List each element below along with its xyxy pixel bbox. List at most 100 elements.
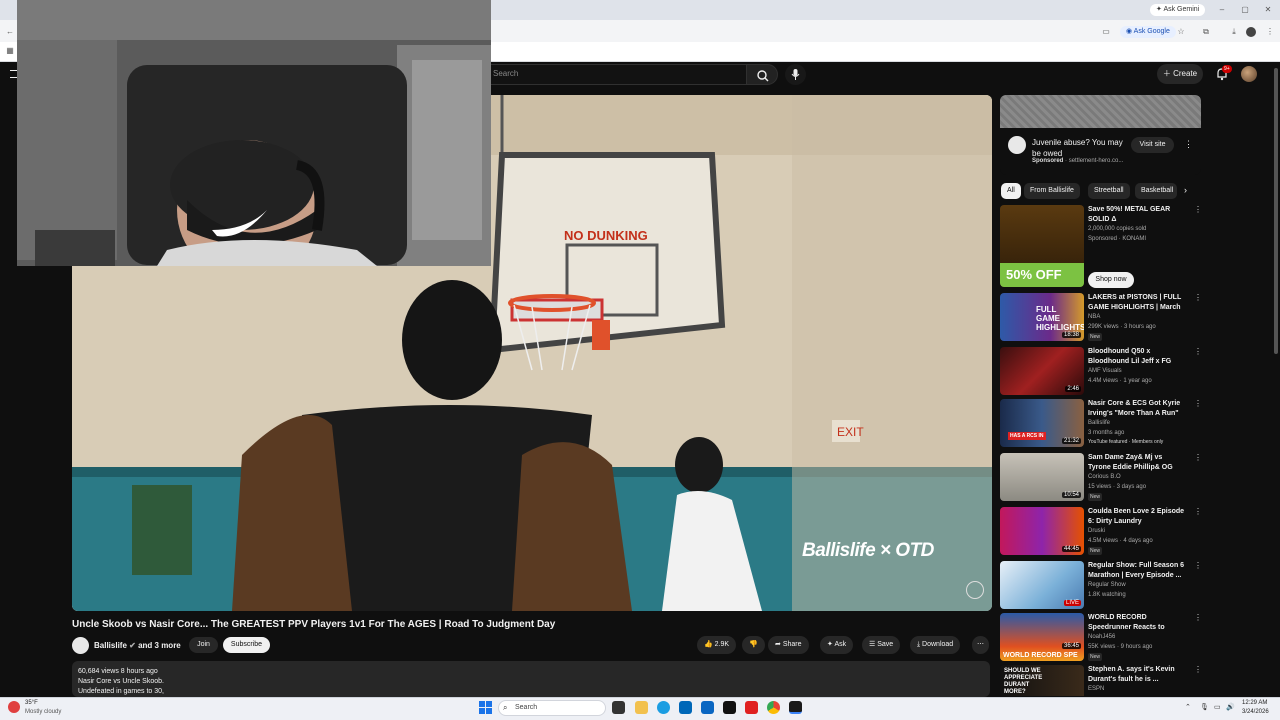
video-thumbnail[interactable]: HAS A RCS IN 21:32 [1000, 399, 1084, 447]
more-actions-button[interactable]: ⋯ [972, 636, 989, 654]
description-box[interactable]: 60,684 views 8 hours ago Nasir Core vs U… [72, 661, 990, 697]
channel-name[interactable]: Corious B.O [1088, 474, 1121, 480]
outlook-icon[interactable] [701, 701, 714, 714]
maximize-icon[interactable]: ▢ [1241, 6, 1249, 14]
bookmark-star-icon[interactable]: ☆ [1177, 28, 1185, 36]
ad-title[interactable]: Juvenile abuse? You may be owed [1032, 137, 1127, 159]
netflix-icon[interactable] [723, 701, 736, 714]
tray-chevron-up-icon[interactable]: ⌃ [1185, 703, 1191, 711]
chrome-icon[interactable] [767, 701, 780, 714]
capture-app-icon[interactable] [789, 701, 802, 714]
video-title[interactable]: Nasir Core & ECS Got Kyrie Irving's "Mor… [1088, 399, 1186, 419]
ad-menu-icon[interactable]: ⋮ [1184, 139, 1193, 150]
search-input[interactable]: Search [493, 69, 518, 78]
video-thumbnail[interactable]: 44:45 [1000, 507, 1084, 555]
menu-kebab-icon[interactable]: ⋮ [1266, 28, 1274, 36]
profile-avatar[interactable] [1246, 27, 1256, 37]
channel-name[interactable]: NBA [1088, 314, 1100, 320]
more-options-icon[interactable]: ⋮ [1194, 453, 1202, 462]
channel-name[interactable]: AMF Visuals [1088, 368, 1122, 374]
ask-google-button[interactable]: ◉ Ask Google [1120, 26, 1176, 38]
recommendation-item[interactable]: 44:45 Coulda Been Love 2 Episode 6: Dirt… [1000, 507, 1202, 559]
recommendation-item[interactable]: 2:46 Bloodhound Q50 x Bloodhound Lil Jef… [1000, 347, 1202, 399]
close-icon[interactable]: ✕ [1264, 6, 1272, 14]
windows-start-icon[interactable] [479, 701, 492, 719]
voice-search-button[interactable] [785, 64, 806, 85]
video-title[interactable]: Sam Dame Zay& Mj vs Tyrone Eddie Phillip… [1088, 453, 1186, 473]
chip-from-ballislife[interactable]: From Ballislife [1024, 183, 1080, 199]
share-button[interactable]: ➦ Share [768, 636, 809, 654]
channel-name[interactable]: Ballislife [1088, 420, 1110, 426]
recommendation-item[interactable]: HAS A RCS IN 21:32 Nasir Core & ECS Got … [1000, 399, 1202, 451]
recommendation-item[interactable]: WORLD RECORD SPE 36:45 WORLD RECORD Spee… [1000, 613, 1202, 665]
clock-date[interactable]: 3/24/2026 [1242, 709, 1269, 715]
volume-icon[interactable]: 🔊 [1226, 703, 1235, 711]
chip-basketball[interactable]: Basketball [1135, 183, 1177, 199]
more-options-icon[interactable]: ⋮ [1194, 293, 1202, 302]
chip-streetball[interactable]: Streetball [1088, 183, 1130, 199]
video-thumbnail[interactable]: 2:46 [1000, 347, 1084, 395]
recommendation-item[interactable]: LIVE Regular Show: Full Season 6 Maratho… [1000, 561, 1202, 613]
video-title[interactable]: Bloodhound Q50 x Bloodhound Lil Jeff x F… [1088, 347, 1186, 367]
recommendation-item[interactable]: 50% OFF Save 50%! METAL GEAR SOLID Δ 2,0… [1000, 205, 1202, 290]
chevron-right-icon[interactable]: › [1184, 185, 1187, 195]
edge-icon[interactable] [657, 701, 670, 714]
more-options-icon[interactable]: ⋮ [1194, 205, 1202, 214]
chip-all[interactable]: All [1001, 183, 1021, 199]
weather-icon[interactable] [8, 701, 20, 713]
more-options-icon[interactable]: ⋮ [1194, 665, 1200, 674]
recommendation-item[interactable]: SHOULD WE APPRECIATE DURANT MORE? Stephe… [1000, 665, 1200, 696]
video-title[interactable]: Save 50%! METAL GEAR SOLID Δ [1088, 205, 1186, 225]
video-title[interactable]: LAKERS at PISTONS | FULL GAME HIGHLIGHTS… [1088, 293, 1186, 313]
video-thumbnail[interactable]: WORLD RECORD SPE 36:45 [1000, 613, 1084, 661]
channel-name[interactable]: Ballislife [94, 641, 127, 650]
apps-grid-icon[interactable]: ▦ [6, 47, 14, 55]
dislike-button[interactable]: 👎 [742, 636, 765, 654]
channel-name[interactable]: NoahJ456 [1088, 634, 1115, 640]
back-arrow-icon[interactable]: ← [6, 28, 14, 36]
youtube-app-icon[interactable] [745, 701, 758, 714]
collaborators-label[interactable]: and 3 more [138, 641, 181, 650]
video-title[interactable]: Stephen A. says it's Kevin Durant's faul… [1088, 665, 1186, 685]
more-options-icon[interactable]: ⋮ [1194, 347, 1202, 356]
microphone-tray-icon[interactable]: 🎙 [1200, 703, 1209, 711]
video-thumbnail[interactable]: LIVE [1000, 561, 1084, 609]
taskbar-search-label[interactable]: Search [515, 704, 537, 711]
download-button[interactable]: ⤓ Download [910, 636, 961, 654]
save-button[interactable]: ☰ Save [862, 636, 901, 654]
cast-icon[interactable]: ▭ [1102, 28, 1110, 36]
search-button[interactable] [746, 64, 778, 85]
subscribe-button[interactable]: Subscribe [223, 637, 270, 653]
video-thumbnail[interactable]: SHOULD WE APPRECIATE DURANT MORE? [1000, 665, 1084, 696]
channel-avatar[interactable] [72, 637, 89, 654]
network-icon[interactable]: ▭ [1214, 703, 1221, 711]
minimize-icon[interactable]: – [1218, 6, 1226, 14]
more-options-icon[interactable]: ⋮ [1194, 561, 1202, 570]
search-field[interactable]: Search [486, 64, 746, 85]
video-thumbnail[interactable]: 50% OFF [1000, 205, 1084, 287]
task-view-icon[interactable] [612, 701, 625, 714]
more-options-icon[interactable]: ⋮ [1194, 507, 1202, 516]
more-options-icon[interactable]: ⋮ [1194, 613, 1202, 622]
channel-name-group[interactable]: Ballislife ✔ and 3 more [94, 641, 181, 650]
download-icon[interactable]: ⤓ [1230, 28, 1238, 36]
shop-now-button[interactable]: Shop now [1088, 272, 1134, 288]
channel-name[interactable]: ESPN [1088, 686, 1104, 692]
join-button[interactable]: Join [189, 637, 218, 653]
ask-gemini-button[interactable]: ✦ Ask Gemini [1150, 4, 1206, 16]
more-options-icon[interactable]: ⋮ [1194, 399, 1202, 408]
like-button[interactable]: 👍 2.9K [697, 636, 737, 654]
channel-name[interactable]: Regular Show [1088, 582, 1126, 588]
video-thumbnail[interactable]: 10:54 [1000, 453, 1084, 501]
recommendation-item[interactable]: 10:54 Sam Dame Zay& Mj vs Tyrone Eddie P… [1000, 453, 1202, 505]
file-explorer-icon[interactable] [635, 701, 648, 714]
ask-button[interactable]: ✦ Ask [820, 636, 854, 654]
clock-time[interactable]: 12:29 AM [1242, 700, 1267, 706]
video-title[interactable]: Coulda Been Love 2 Episode 6: Dirty Laun… [1088, 507, 1186, 527]
create-button[interactable]: ＋ Create [1157, 64, 1203, 84]
weather-temperature[interactable]: 35°F [25, 700, 38, 706]
channel-name[interactable]: Druski [1088, 528, 1105, 534]
scrollbar-thumb[interactable] [1274, 68, 1278, 354]
store-icon[interactable] [679, 701, 692, 714]
channel-watermark-icon[interactable] [966, 581, 984, 599]
